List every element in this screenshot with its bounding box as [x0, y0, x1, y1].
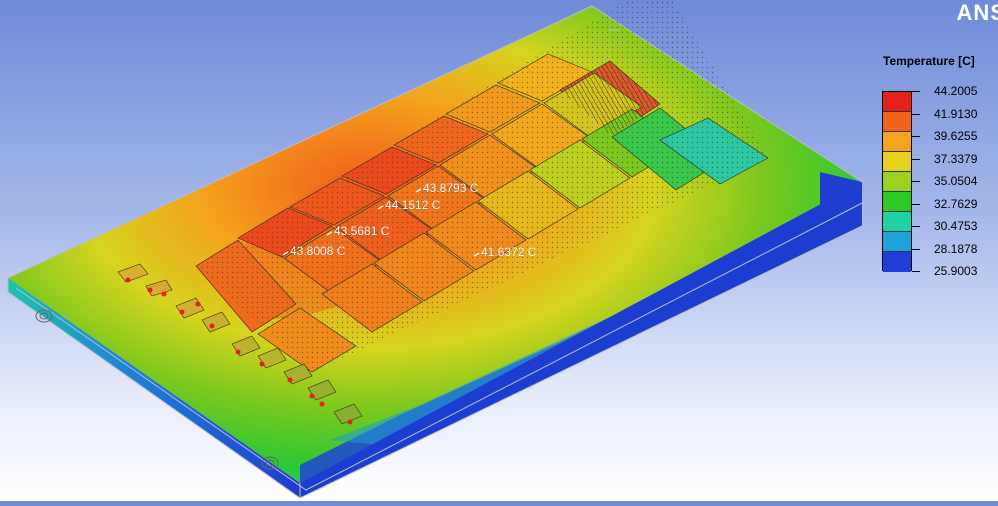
legend-tick-label: 44.2005 [934, 84, 978, 98]
temperature-legend[interactable]: Temperature [C] 44.2005 41.9130 39.6255 37.… [878, 54, 996, 284]
color-bar-segment [883, 152, 911, 172]
ansys-logo: ANS [956, 0, 998, 25]
legend-tick-label: 25.9003 [934, 264, 978, 278]
probe-label: 44.1512 C [385, 198, 441, 212]
legend-tick-label: 32.7629 [934, 196, 978, 211]
legend-tick-mark [912, 158, 920, 160]
probe-label: 41.6372 C [481, 245, 537, 259]
probe-label: 43.5681 C [334, 224, 390, 238]
legend-tick-label: 28.1878 [934, 241, 978, 256]
probe-label: 43.8008 C [290, 244, 346, 258]
color-bar-segment [883, 172, 911, 192]
legend-tick-label: 41.9130 [934, 106, 978, 121]
color-bar [882, 91, 912, 272]
legend-tick-mark [912, 181, 920, 182]
color-bar-segment [883, 132, 911, 152]
legend-tick-mark [912, 271, 920, 272]
probe-label: 43.8793 C [423, 181, 479, 195]
legend-tick-label: 35.0504 [934, 174, 978, 188]
thermal-model[interactable]: 43.8793 C 44.1512 C 43.5681 C 43.8008 C … [0, 0, 998, 501]
legend-tick-label: 39.6255 [934, 129, 978, 143]
probe-marker[interactable]: 44.1512 C [377, 198, 441, 212]
3d-viewport[interactable]: 43.8793 C 44.1512 C 43.5681 C 43.8008 C … [0, 0, 998, 501]
color-bar-segment [883, 92, 911, 112]
legend-tick-label: 30.4753 [934, 219, 978, 233]
color-bar-segment [883, 232, 911, 252]
legend-tick-mark [912, 136, 920, 137]
color-bar-segment [883, 212, 911, 232]
probe-marker[interactable]: 43.8008 C [282, 244, 346, 258]
legend-tick-label: 37.3379 [934, 151, 978, 166]
legend-tick-mark [912, 226, 920, 227]
probe-marker[interactable]: 43.5681 C [326, 224, 390, 238]
color-bar-segment [883, 112, 911, 132]
legend-tick-mark [912, 248, 920, 250]
probe-marker[interactable]: 41.6372 C [473, 245, 537, 259]
legend-tick-mark [912, 91, 920, 92]
color-bar-segment [883, 192, 911, 212]
color-bar-segment [883, 252, 911, 272]
probe-marker[interactable]: 43.8793 C [415, 181, 479, 195]
legend-tick-mark [912, 203, 920, 205]
legend-tick-mark [912, 113, 920, 115]
legend-title: Temperature [C] [883, 54, 975, 68]
